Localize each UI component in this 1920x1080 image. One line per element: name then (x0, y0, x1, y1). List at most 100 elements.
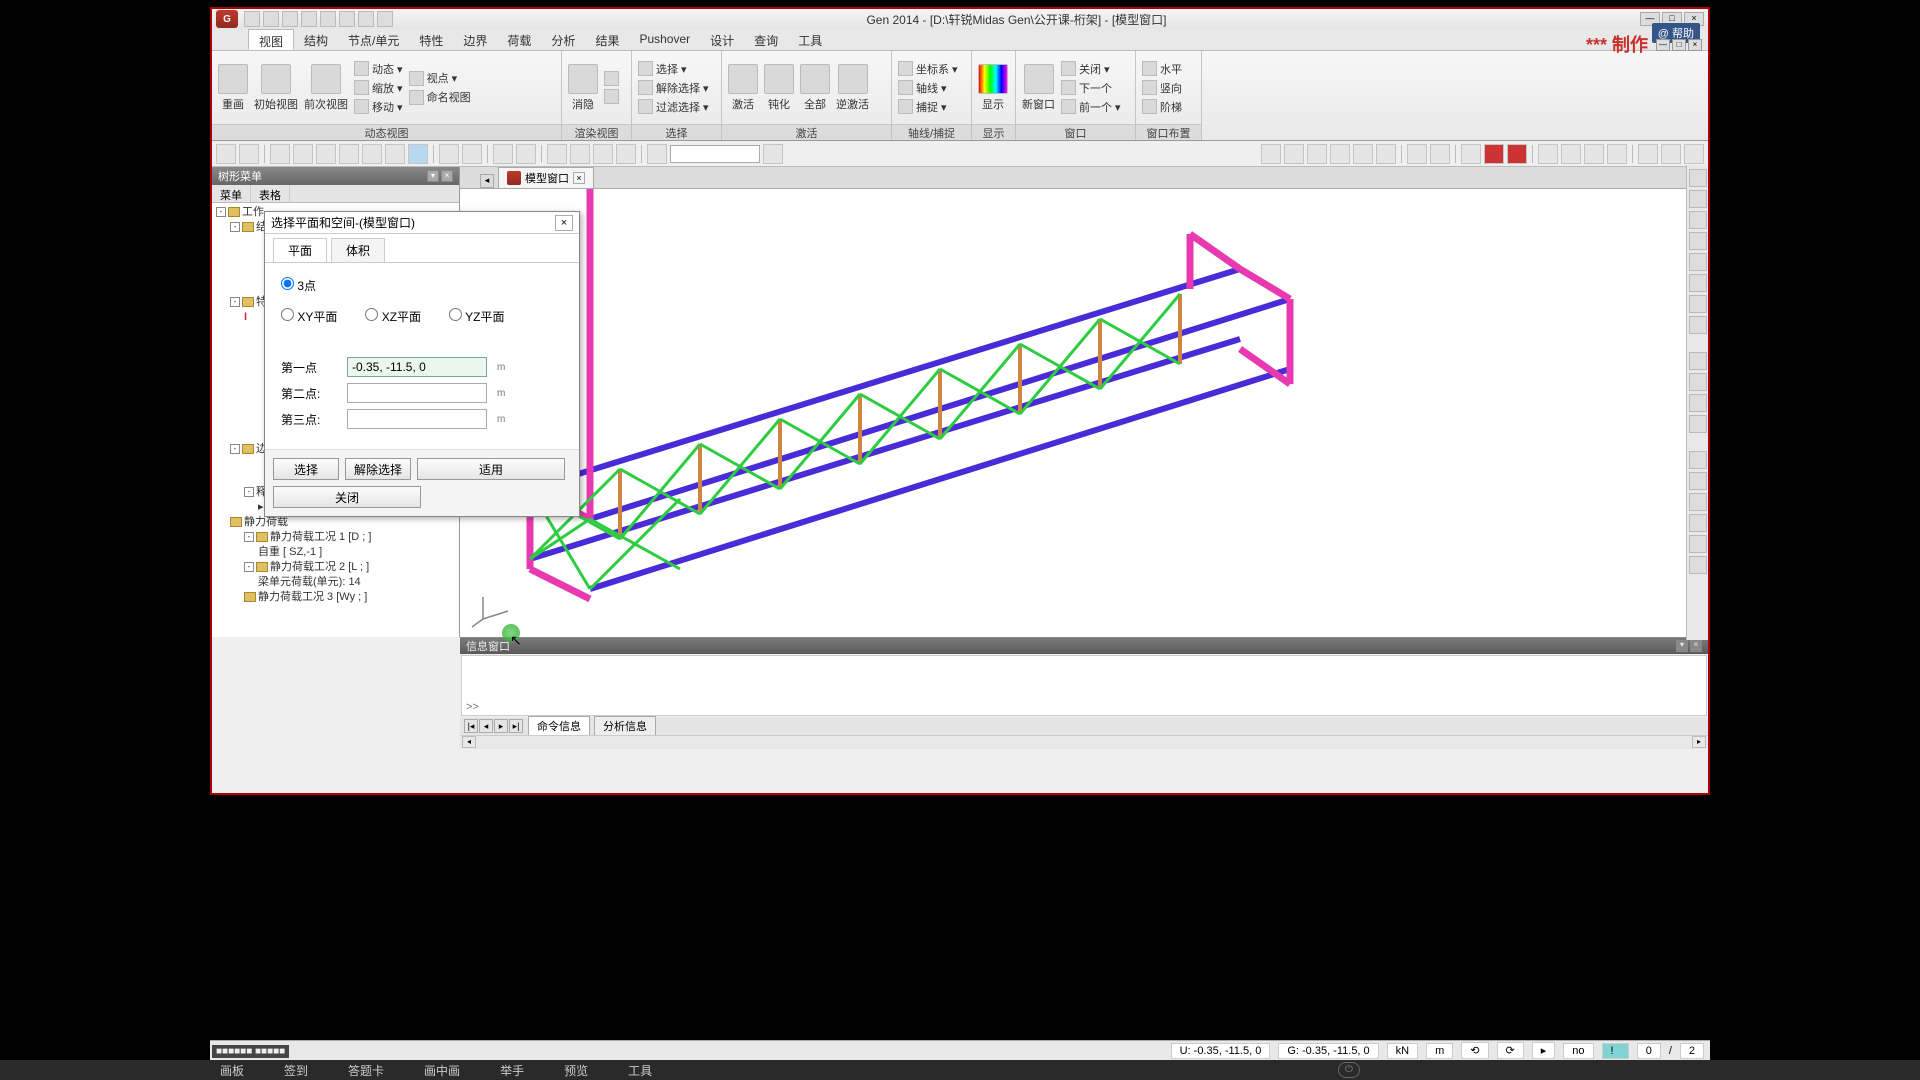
tb-opt5-icon[interactable] (593, 144, 613, 164)
tb-lock-icon[interactable] (1684, 144, 1704, 164)
render-opt2-icon[interactable] (602, 88, 621, 105)
close-window-button[interactable]: 关闭 ▾ (1059, 60, 1123, 78)
tree-close-icon[interactable]: × (441, 170, 453, 182)
dialog-select-button[interactable]: 选择 (273, 458, 339, 480)
tab-analysis[interactable]: 分析 (541, 29, 585, 50)
rt-f-icon[interactable] (1689, 472, 1707, 490)
qat-redo-icon[interactable] (320, 11, 336, 27)
dialog-tab-volume[interactable]: 体积 (331, 238, 385, 262)
status-unit-length[interactable]: m (1426, 1043, 1453, 1059)
rt-pan-icon[interactable] (1689, 295, 1707, 313)
radio-xz[interactable]: XZ平面 (365, 308, 421, 325)
os-pip[interactable]: 画中画 (424, 1062, 460, 1079)
tree-tab-table[interactable]: 表格 (251, 185, 290, 202)
rt-fit-icon[interactable] (1689, 211, 1707, 229)
tb-r12-icon[interactable] (1538, 144, 1558, 164)
named-view-button[interactable]: 命名视图 (407, 88, 473, 106)
tab-query[interactable]: 查询 (744, 29, 788, 50)
tb-r7-icon[interactable] (1407, 144, 1427, 164)
grid-button[interactable]: 轴线 ▾ (896, 79, 960, 97)
vtab-prev-icon[interactable]: ◂ (480, 174, 494, 188)
info-tab-analysis[interactable]: 分析信息 (594, 716, 656, 736)
mdi-restore[interactable]: □ (1672, 39, 1686, 51)
unselect-button[interactable]: 解除选择 ▾ (636, 79, 711, 97)
os-preview[interactable]: 预览 (564, 1062, 588, 1079)
initial-view-button[interactable]: 初始视图 (252, 62, 300, 114)
status-toggle3[interactable]: ▸ (1532, 1042, 1556, 1059)
deactivate-button[interactable]: 钝化 (762, 62, 796, 114)
tb-prev-icon[interactable] (439, 144, 459, 164)
input-point2[interactable] (347, 383, 487, 403)
rt-zoomin-icon[interactable] (1689, 232, 1707, 250)
os-raisehand[interactable]: 举手 (500, 1062, 524, 1079)
status-no[interactable]: no (1563, 1043, 1593, 1059)
tb-opt6-icon[interactable] (616, 144, 636, 164)
rt-home-icon[interactable] (1689, 190, 1707, 208)
dialog-close-button[interactable]: 关闭 (273, 486, 421, 508)
status-unit-force[interactable]: kN (1387, 1043, 1418, 1059)
filter-select-button[interactable]: 过滤选择 ▾ (636, 98, 711, 116)
viewport-tab-model[interactable]: 模型窗口 × (498, 167, 594, 188)
rt-rotate-icon[interactable] (1689, 274, 1707, 292)
rt-grid-icon[interactable] (1689, 169, 1707, 187)
rt-d-icon[interactable] (1689, 415, 1707, 433)
tab-property[interactable]: 特性 (409, 29, 453, 50)
snap-button[interactable]: 捕捉 ▾ (896, 98, 960, 116)
dialog-apply-button[interactable]: 适用 (417, 458, 565, 480)
tab-view[interactable]: 视图 (248, 29, 294, 50)
qat-search-icon[interactable] (358, 11, 374, 27)
prev-window-button[interactable]: 前一个 ▾ (1059, 98, 1123, 116)
mdi-minimize[interactable]: — (1656, 39, 1670, 51)
tb-r4-icon[interactable] (1330, 144, 1350, 164)
tb-flag-icon[interactable] (763, 144, 783, 164)
tab-tools[interactable]: 工具 (788, 29, 832, 50)
rt-sel-icon[interactable] (1689, 316, 1707, 334)
tb-r5-icon[interactable] (1353, 144, 1373, 164)
rt-g-icon[interactable] (1689, 493, 1707, 511)
tb-r3-icon[interactable] (1307, 144, 1327, 164)
tree-pin-icon[interactable]: ▾ (427, 170, 439, 182)
pan-button[interactable]: 移动 ▾ (352, 98, 405, 116)
info-close-icon[interactable]: × (1690, 640, 1702, 652)
tab-design[interactable]: 设计 (700, 29, 744, 50)
rt-c-icon[interactable] (1689, 394, 1707, 412)
os-tools[interactable]: 工具 (628, 1062, 652, 1079)
rt-b-icon[interactable] (1689, 373, 1707, 391)
hscroll-right-icon[interactable]: ▸ (1692, 736, 1706, 748)
dialog-unselect-button[interactable]: 解除选择 (345, 458, 411, 480)
info-tab-command[interactable]: 命令信息 (528, 716, 590, 736)
dialog-tab-plane[interactable]: 平面 (273, 238, 327, 262)
info-nav-first-icon[interactable]: |◂ (464, 719, 478, 733)
input-point3[interactable] (347, 409, 487, 429)
tb-r11-icon[interactable] (1507, 144, 1527, 164)
next-window-button[interactable]: 下一个 (1059, 79, 1123, 97)
redraw-button[interactable]: 重画 (216, 62, 250, 114)
dialog-close-icon[interactable]: × (555, 215, 573, 231)
cascade-button[interactable]: 阶梯 (1140, 98, 1184, 116)
tb-sel4-icon[interactable] (339, 144, 359, 164)
qat-more-icon[interactable] (377, 11, 393, 27)
qat-undo-icon[interactable] (301, 11, 317, 27)
tb-sel3-icon[interactable] (316, 144, 336, 164)
status-frame[interactable]: ! (1602, 1043, 1629, 1059)
hscroll-left-icon[interactable]: ◂ (462, 736, 476, 748)
tab-boundary[interactable]: 边界 (453, 29, 497, 50)
status-toggle1[interactable]: ⟲ (1461, 1042, 1488, 1059)
tb-r1-icon[interactable] (1261, 144, 1281, 164)
tb-sel6-icon[interactable] (385, 144, 405, 164)
tb-sel5-icon[interactable] (362, 144, 382, 164)
new-window-button[interactable]: 新窗口 (1020, 62, 1057, 114)
tb-r14-icon[interactable] (1584, 144, 1604, 164)
tb-sel2-icon[interactable] (293, 144, 313, 164)
tb-r6-icon[interactable] (1376, 144, 1396, 164)
ucs-button[interactable]: 坐标系 ▾ (896, 60, 960, 78)
tb-r13-icon[interactable] (1561, 144, 1581, 164)
rt-a-icon[interactable] (1689, 352, 1707, 370)
tb-r9-icon[interactable] (1461, 144, 1481, 164)
tab-load[interactable]: 荷载 (497, 29, 541, 50)
info-nav-last-icon[interactable]: ▸| (509, 719, 523, 733)
display-button[interactable]: 显示 (976, 62, 1010, 114)
info-pin-icon[interactable]: ▾ (1676, 640, 1688, 652)
tb-next-icon[interactable] (462, 144, 482, 164)
tb-combo[interactable] (670, 145, 760, 163)
